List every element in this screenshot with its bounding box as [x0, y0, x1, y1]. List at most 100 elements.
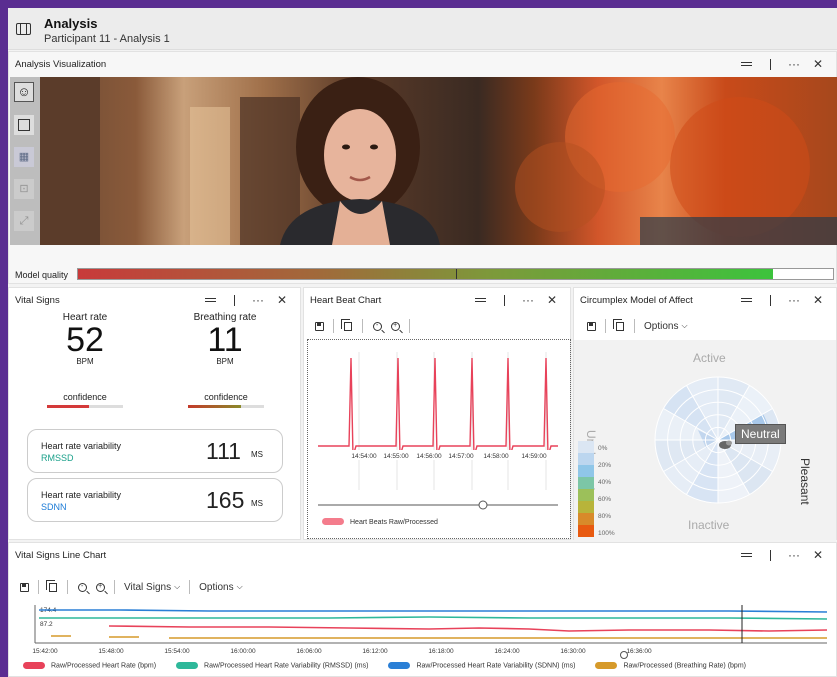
zoom-out-icon: -	[372, 321, 382, 331]
minimize-button[interactable]	[468, 291, 492, 309]
minimize-button[interactable]	[734, 546, 758, 564]
window-controls: ··· ✕	[734, 546, 830, 564]
scale-swatch	[578, 465, 594, 477]
minimize-button[interactable]	[734, 291, 758, 309]
circumplex-panel: Circumplex Model of Affect ··· ✕ Options…	[573, 287, 837, 540]
neutral-tooltip: Neutral	[735, 424, 786, 444]
line-chart-svg[interactable]: 174.487.215:42:00 15:48:00 15:54:00 16:00:0…	[9, 601, 837, 661]
copy-button[interactable]	[611, 317, 629, 335]
legend-item[interactable]: Raw/Processed Heart Rate (bpm)	[23, 662, 156, 669]
options-dropdown[interactable]: Options ⌵	[195, 582, 247, 593]
close-icon[interactable]: ✕	[806, 546, 830, 564]
close-icon[interactable]: ✕	[270, 291, 294, 309]
face-landmark-tool-button[interactable]: ☺	[14, 82, 34, 102]
tick-label: 14:58:00	[483, 453, 509, 460]
window-controls: ··· ✕	[198, 291, 294, 309]
confidence-label: confidence	[63, 392, 107, 402]
time-slider-thumb[interactable]	[478, 500, 488, 510]
x-tick-label: 16:12:00	[362, 648, 388, 655]
options-label: Options	[644, 320, 679, 332]
save-button[interactable]	[310, 317, 328, 335]
legend-label: Raw/Processed Heart Rate Variability (SD…	[416, 662, 576, 670]
heart-beat-trace	[318, 357, 558, 457]
app-header: Analysis Participant 11 - Analysis 1	[8, 8, 837, 50]
app-subtitle: Participant 11 - Analysis 1	[44, 33, 170, 45]
close-icon[interactable]: ✕	[540, 291, 564, 309]
save-button[interactable]	[582, 317, 600, 335]
legend-item[interactable]: Raw/Processed (Breathing Rate) (bpm)	[595, 662, 746, 669]
options-label: Options	[199, 581, 234, 593]
copy-button[interactable]	[339, 317, 357, 335]
more-options-icon[interactable]: ···	[516, 291, 540, 309]
breathing-rate-block: Breathing rate 11 BPM	[169, 312, 281, 366]
sdnn-card: Heart rate variability SDNN 165 MS	[27, 478, 283, 522]
confidence-bar	[188, 405, 264, 408]
pin-button[interactable]	[758, 55, 782, 73]
face-mesh-tool-button[interactable]: ▦	[14, 147, 34, 167]
close-icon[interactable]: ✕	[806, 291, 830, 309]
minimize-button[interactable]	[734, 55, 758, 73]
more-options-icon[interactable]: ···	[246, 291, 270, 309]
pin-button[interactable]	[758, 546, 782, 564]
zoom-in-icon: +	[95, 582, 105, 592]
affect-point	[726, 440, 732, 446]
model-quality-fill	[78, 269, 773, 279]
line-chart-toolbar: - + Vital Signs ⌵ Options ⌵	[15, 578, 247, 596]
more-options-icon[interactable]: ···	[782, 291, 806, 309]
legend-item[interactable]: Raw/Processed Heart Rate Variability (SD…	[388, 662, 575, 669]
more-options-icon[interactable]: ···	[782, 546, 806, 564]
model-quality-label: Model quality	[15, 270, 69, 280]
tick-label: 14:54:00	[351, 453, 377, 460]
vital-signs-line-chart-panel: Vital Signs Line Chart ··· ✕ - + Vital S…	[8, 542, 837, 677]
options-dropdown[interactable]: Options ⌵	[640, 321, 692, 332]
panel-layout-icon	[16, 23, 31, 35]
close-icon[interactable]: ✕	[806, 55, 830, 73]
time-slider-thumb[interactable]	[620, 651, 628, 659]
zoom-in-button[interactable]: +	[91, 578, 109, 596]
rmssd-value: 111	[206, 438, 241, 464]
circumplex-plot[interactable]: Active Inactive Unpleasant Pleasant Neut…	[574, 340, 836, 540]
scale-label: 0%	[598, 445, 608, 452]
save-button[interactable]	[15, 578, 33, 596]
scale-label: 20%	[598, 462, 612, 469]
legend-label: Raw/Processed Heart Rate (bpm)	[51, 662, 157, 670]
breathing-rate-confidence: confidence	[188, 392, 264, 408]
video-frame[interactable]	[40, 77, 837, 245]
scale-label: 60%	[598, 496, 612, 503]
panel-title: Analysis Visualization	[15, 59, 107, 70]
legend-swatch	[176, 662, 199, 669]
face-frame-tool-button[interactable]: ⊡	[14, 179, 34, 199]
more-options-icon[interactable]: ···	[782, 55, 806, 73]
x-tick-label: 16:18:00	[428, 648, 454, 655]
zoom-out-button[interactable]: -	[368, 317, 386, 335]
x-tick-label: 15:48:00	[98, 648, 124, 655]
pin-button[interactable]	[492, 291, 516, 309]
heart-beat-plot[interactable]: 14:54:00 14:55:00 14:56:00 14:57:00 14:58:00…	[307, 339, 571, 539]
pin-button[interactable]	[758, 291, 782, 309]
legend-item[interactable]: Raw/Processed Heart Rate Variability (RM…	[176, 662, 368, 669]
tick-label: 14:55:00	[383, 453, 409, 460]
minimize-button[interactable]	[198, 291, 222, 309]
scale-swatch	[578, 453, 594, 465]
expand-tool-button[interactable]: ⤢	[14, 211, 34, 231]
x-tick-label: 16:00:00	[230, 648, 256, 655]
pin-button[interactable]	[222, 291, 246, 309]
breathing-rate-unit: BPM	[216, 357, 234, 366]
bounding-box-tool-button[interactable]	[14, 115, 34, 135]
window-controls: ··· ✕	[468, 291, 564, 309]
vital-signs-dropdown[interactable]: Vital Signs ⌵	[120, 582, 184, 593]
active-label: Active	[693, 351, 726, 365]
zoom-out-button[interactable]: -	[73, 578, 91, 596]
scale-swatch	[578, 477, 594, 489]
scale-swatch	[578, 501, 594, 513]
legend-label: Raw/Processed Heart Rate Variability (RM…	[204, 662, 369, 670]
copy-icon	[613, 318, 624, 331]
app-title: Analysis	[44, 16, 98, 31]
line-chart-legend: Raw/Processed Heart Rate (bpm) Raw/Proces…	[23, 662, 746, 669]
model-quality-marker	[456, 269, 457, 279]
heart-rate-value: 52	[66, 321, 104, 359]
copy-button[interactable]	[44, 578, 62, 596]
chevron-down-icon: ⌵	[681, 321, 688, 330]
zoom-in-button[interactable]: +	[386, 317, 404, 335]
legend-label: Raw/Processed (Breathing Rate) (bpm)	[623, 662, 746, 670]
